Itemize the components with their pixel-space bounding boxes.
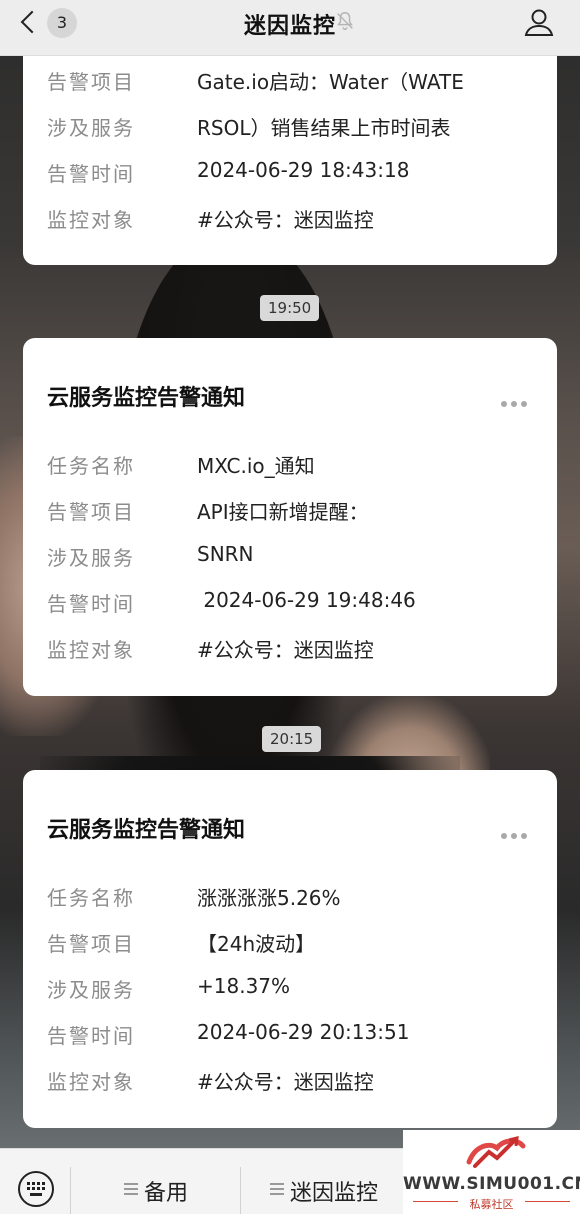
row-label: 告警时间 [47,592,135,616]
card-title: 云服务监控告警通知 [47,386,246,411]
watermark-site: WWW.SIMU001.CN [403,1174,580,1194]
menu-divider [70,1167,71,1214]
navigation-bar: 3 迷因监控 [0,0,580,56]
row-value: RSOL）销售结果上市时间表 [197,116,451,140]
row-label: 监控对象 [47,638,135,662]
card-row: 任务名称 涨涨涨涨5.26% [47,882,547,912]
card-row: 监控对象 #公众号：迷因监控 [47,634,547,664]
row-label: 告警项目 [47,70,135,94]
alert-card[interactable]: 云服务监控告警通知 任务名称 涨涨涨涨5.26% 告警项目 【24h波动】 涉及… [23,770,557,1128]
row-value: SNRN [197,542,254,566]
card-row: 告警项目 【24h波动】 [47,928,547,958]
row-value: #公众号：迷因监控 [197,1070,374,1094]
menu-button-meme-monitor[interactable]: 迷因监控 [270,1171,400,1211]
menu-label: 备用 [144,1181,189,1206]
row-value: 2024-06-29 18:43:18 [197,158,410,182]
row-value: #公众号：迷因监控 [197,638,374,662]
card-row: 任务名称 MXC.io_通知 [47,450,547,480]
row-value: 2024-06-29 20:13:51 [197,1020,410,1044]
card-row: 涉及服务 SNRN [47,542,547,572]
row-value: +18.37% [197,974,291,998]
row-value: #公众号：迷因监控 [197,208,374,232]
row-label: 涉及服务 [47,116,135,140]
row-label: 任务名称 [47,886,135,910]
more-dots-icon[interactable] [501,392,531,407]
card-row: 告警时间 2024-06-29 20:13:51 [47,1020,547,1050]
row-label: 告警时间 [47,1024,135,1048]
row-label: 涉及服务 [47,978,135,1002]
timestamp: 19:50 [260,295,320,321]
card-row: 涉及服务 RSOL）销售结果上市时间表 [47,112,547,142]
row-value: 涨涨涨涨5.26% [197,886,341,910]
menu-button-backup[interactable]: 备用 [124,1171,214,1211]
row-label: 监控对象 [47,208,135,232]
card-row: 告警时间 2024-06-29 18:43:18 [47,158,547,188]
row-value: 【24h波动】 [197,932,316,956]
brand-logo-icon [466,1136,526,1168]
bell-muted-icon [337,12,353,30]
row-value: 2024-06-29 19:48:46 [197,588,416,612]
page-title: 迷因监控 [243,14,336,39]
card-row: 告警项目 API接口新增提醒： [47,496,547,526]
card-row: 告警时间 2024-06-29 19:48:46 [47,588,547,618]
hamburger-icon [270,1183,284,1197]
chat-message-list[interactable]: 告警项目 Gate.io启动：Water（WATE 涉及服务 RSOL）销售结果… [0,36,580,1148]
card-row: 告警项目 Gate.io启动：Water（WATE [47,66,547,96]
row-value: API接口新增提醒： [197,500,369,524]
hamburger-icon [124,1183,138,1197]
person-icon[interactable] [523,6,555,38]
card-row: 监控对象 #公众号：迷因监控 [47,204,547,234]
site-watermark: WWW.SIMU001.CN 私募社区 [403,1130,580,1214]
row-label: 监控对象 [47,1070,135,1094]
keyboard-icon[interactable] [16,1169,56,1209]
menu-label: 迷因监控 [290,1181,379,1206]
row-label: 告警项目 [47,500,135,524]
title-area: 迷因监控 [0,0,580,56]
row-label: 任务名称 [47,454,135,478]
timestamp: 20:15 [262,726,322,752]
alert-card[interactable]: 云服务监控告警通知 任务名称 MXC.io_通知 告警项目 API接口新增提醒：… [23,338,557,696]
row-label: 告警时间 [47,162,135,186]
row-label: 涉及服务 [47,546,135,570]
menu-divider [240,1167,241,1214]
alert-card[interactable]: 告警项目 Gate.io启动：Water（WATE 涉及服务 RSOL）销售结果… [23,36,557,265]
row-value: Gate.io启动：Water（WATE [197,70,464,94]
more-dots-icon[interactable] [501,824,531,839]
watermark-caption: 私募社区 [469,1198,514,1211]
card-row: 涉及服务 +18.37% [47,974,547,1004]
row-value: MXC.io_通知 [197,454,315,478]
card-row: 监控对象 #公众号：迷因监控 [47,1066,547,1096]
row-label: 告警项目 [47,932,135,956]
card-title: 云服务监控告警通知 [47,818,246,843]
